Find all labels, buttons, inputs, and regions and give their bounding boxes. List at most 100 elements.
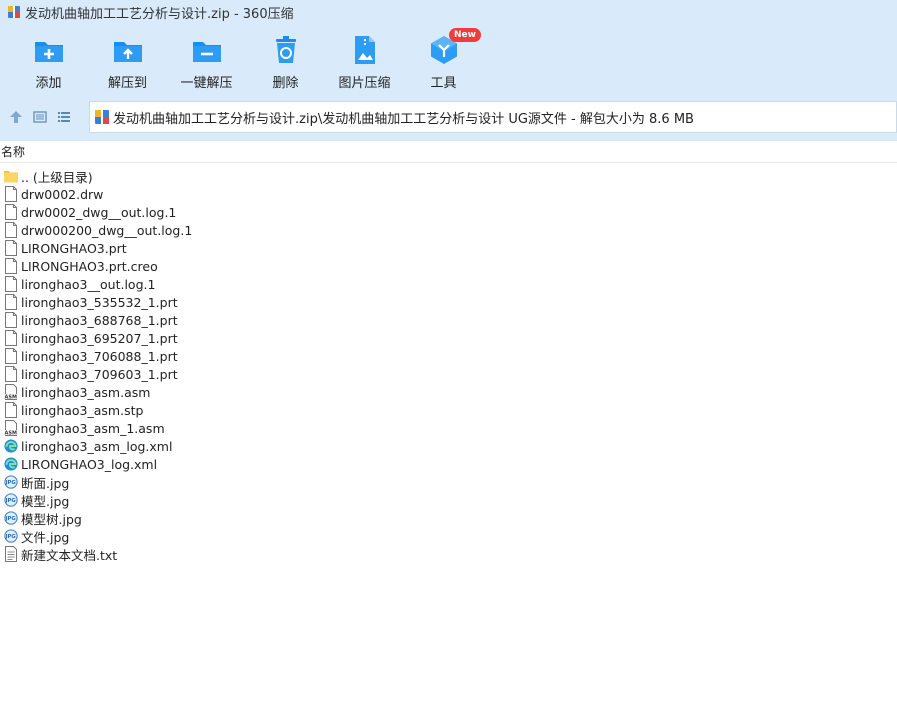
extract-to-icon — [113, 42, 142, 62]
file-row[interactable]: ASM lironghao3_asm.asm — [0, 383, 897, 401]
file-name: lironghao3__out.log.1 — [21, 276, 156, 292]
asm-file-icon: ASM — [4, 384, 18, 400]
jpg-file-icon: JPG — [4, 511, 18, 525]
file-row[interactable]: drw0002.drw — [0, 185, 897, 203]
tools-button[interactable]: New 工具 — [404, 28, 483, 104]
one-click-extract-icon — [192, 42, 221, 62]
thumbnail-view-icon — [33, 111, 47, 123]
file-row[interactable]: lironghao3_asm.stp — [0, 401, 897, 419]
file-list: .. (上级目录) drw0002.drw drw0002_dwg__out.log… — [0, 163, 897, 563]
tools-label: 工具 — [430, 76, 457, 91]
file-name: lironghao3_695207_1.prt — [21, 330, 178, 346]
file-row[interactable]: lironghao3_535532_1.prt — [0, 293, 897, 311]
file-icon — [5, 186, 17, 202]
delete-button[interactable]: 删除 — [246, 34, 325, 104]
svg-text:ASM: ASM — [5, 431, 17, 437]
one-click-extract-button[interactable]: 一键解压 — [167, 34, 246, 104]
add-folder-icon — [34, 42, 63, 62]
extract-to-label: 解压到 — [107, 76, 147, 91]
file-name: lironghao3_688768_1.prt — [21, 312, 178, 328]
file-row[interactable]: JPG 文件.jpg — [0, 527, 897, 545]
file-row[interactable]: .. (上级目录) — [0, 167, 897, 185]
file-icon — [5, 294, 17, 310]
file-icon — [5, 402, 17, 418]
toolbar: 添加 解压到 一键解压 删除 图片压缩 New 工具 — [0, 28, 897, 104]
file-row[interactable]: lironghao3_asm_log.xml — [0, 437, 897, 455]
address-path: 发动机曲轴加工工艺分析与设计.zip\发动机曲轴加工工艺分析与设计 UG源文件 … — [113, 111, 694, 127]
edge-xml-icon — [4, 457, 18, 471]
zip-app-icon — [8, 6, 20, 18]
file-row[interactable]: LIRONGHAO3.prt — [0, 239, 897, 257]
folder-icon — [4, 171, 18, 183]
address-bar[interactable]: 发动机曲轴加工工艺分析与设计.zip\发动机曲轴加工工艺分析与设计 UG源文件 … — [89, 101, 897, 133]
add-label: 添加 — [35, 76, 62, 91]
file-name: lironghao3_asm_log.xml — [21, 438, 173, 454]
file-icon — [5, 240, 17, 256]
arrow-up-icon — [10, 111, 22, 123]
jpg-file-icon: JPG — [4, 475, 18, 489]
up-level-button[interactable] — [6, 107, 26, 127]
file-icon — [5, 204, 17, 220]
file-name: lironghao3_709603_1.prt — [21, 366, 178, 382]
file-name: 模型树.jpg — [21, 511, 82, 527]
navigation-bar: 发动机曲轴加工工艺分析与设计.zip\发动机曲轴加工工艺分析与设计 UG源文件 … — [0, 101, 897, 133]
file-row[interactable]: lironghao3_709603_1.prt — [0, 365, 897, 383]
file-icon — [5, 258, 17, 274]
file-name: 断面.jpg — [21, 475, 70, 491]
svg-text:JPG: JPG — [5, 516, 16, 522]
file-row[interactable]: LIRONGHAO3.prt.creo — [0, 257, 897, 275]
svg-text:ASM: ASM — [5, 395, 17, 401]
edge-xml-icon — [4, 439, 18, 453]
file-row[interactable]: JPG 模型.jpg — [0, 491, 897, 509]
file-name: lironghao3_asm.stp — [21, 402, 144, 418]
file-row[interactable]: JPG 模型树.jpg — [0, 509, 897, 527]
delete-label: 删除 — [272, 76, 299, 91]
column-header-name[interactable]: 名称 — [0, 142, 897, 163]
file-icon — [5, 366, 17, 382]
extract-to-button[interactable]: 解压到 — [88, 34, 167, 104]
file-row[interactable]: 新建文本文档.txt — [0, 545, 897, 563]
zip-file-icon — [95, 110, 109, 124]
file-name: LIRONGHAO3.prt.creo — [21, 258, 158, 274]
asm-file-icon: ASM — [4, 420, 18, 436]
file-row[interactable]: lironghao3_695207_1.prt — [0, 329, 897, 347]
file-name: .. (上级目录) — [21, 169, 93, 185]
file-row[interactable]: lironghao3_706088_1.prt — [0, 347, 897, 365]
file-icon — [5, 276, 17, 292]
file-name: 新建文本文档.txt — [21, 547, 118, 563]
image-compress-label: 图片压缩 — [338, 76, 391, 91]
file-icon — [5, 222, 17, 238]
list-view-icon — [58, 112, 70, 122]
file-row[interactable]: ASM lironghao3_asm_1.asm — [0, 419, 897, 437]
file-name: LIRONGHAO3_log.xml — [21, 456, 158, 472]
file-icon — [5, 312, 17, 328]
delete-icon — [275, 36, 296, 63]
file-row[interactable]: LIRONGHAO3_log.xml — [0, 455, 897, 473]
svg-text:JPG: JPG — [5, 480, 16, 486]
thumbnail-view-button[interactable] — [30, 107, 50, 127]
file-row[interactable]: lironghao3_688768_1.prt — [0, 311, 897, 329]
title-bar: 发动机曲轴加工工艺分析与设计.zip - 360压缩 — [0, 0, 897, 24]
file-row[interactable]: JPG 断面.jpg — [0, 473, 897, 491]
file-icon — [5, 348, 17, 364]
file-row[interactable]: drw000200_dwg__out.log.1 — [0, 221, 897, 239]
window-title: 发动机曲轴加工工艺分析与设计.zip - 360压缩 — [25, 6, 294, 22]
file-name: lironghao3_asm.asm — [21, 384, 151, 400]
file-name: drw000200_dwg__out.log.1 — [21, 222, 193, 238]
add-button[interactable]: 添加 — [9, 34, 88, 104]
new-badge: New — [449, 28, 481, 42]
image-compress-button[interactable]: 图片压缩 — [325, 34, 404, 104]
txt-file-icon — [5, 546, 17, 562]
file-row[interactable]: drw0002_dwg__out.log.1 — [0, 203, 897, 221]
jpg-file-icon: JPG — [4, 493, 18, 507]
file-name: drw0002.drw — [21, 186, 104, 202]
file-name: drw0002_dwg__out.log.1 — [21, 204, 177, 220]
file-name: LIRONGHAO3.prt — [21, 240, 127, 256]
top-panel: 发动机曲轴加工工艺分析与设计.zip - 360压缩 添加 解压到 一键解压 删… — [0, 0, 897, 141]
list-view-button[interactable] — [54, 107, 74, 127]
file-name: lironghao3_706088_1.prt — [21, 348, 178, 364]
file-name: lironghao3_535532_1.prt — [21, 294, 178, 310]
file-row[interactable]: lironghao3__out.log.1 — [0, 275, 897, 293]
file-name: 文件.jpg — [21, 529, 70, 545]
jpg-file-icon: JPG — [4, 529, 18, 543]
